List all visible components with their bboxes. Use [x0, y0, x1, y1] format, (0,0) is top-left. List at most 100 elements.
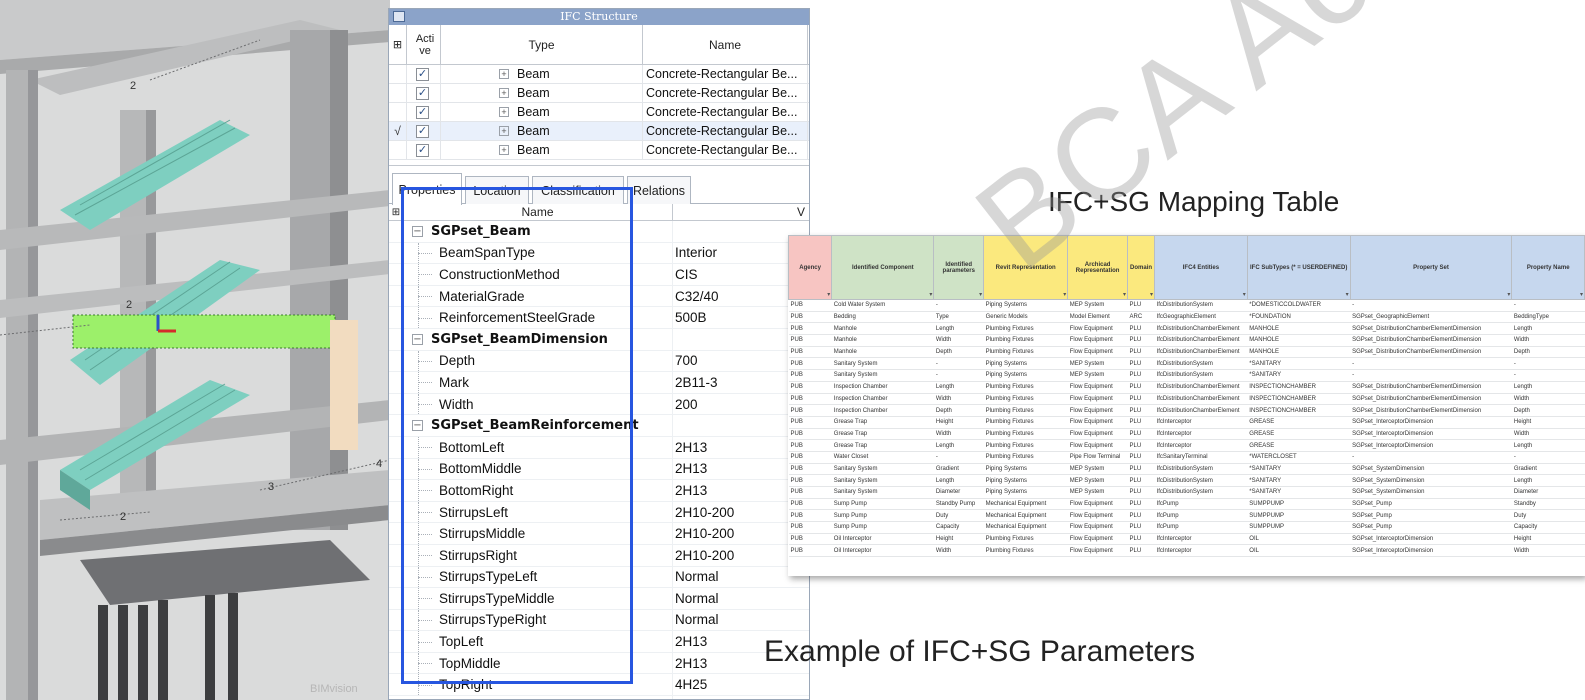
mapping-row[interactable]: PUB Inspection Chamber Length Plumbing Fixt…	[788, 381, 1585, 394]
viewer-watermark: BIMvision	[310, 683, 358, 695]
property-row[interactable]: TopMiddle 2H13	[389, 652, 809, 675]
mapping-row[interactable]: PUB Sump Pump Capacity Mechanical Equipment…	[788, 521, 1585, 534]
property-row[interactable]: MaterialGrade C32/40	[389, 285, 809, 308]
tab-relations[interactable]: Relations	[627, 176, 691, 204]
row-selector[interactable]	[389, 141, 407, 159]
mapping-row[interactable]: PUB Manhole Width Plumbing Fixtures Flow Equ…	[788, 334, 1585, 347]
selected-beam[interactable]	[72, 314, 336, 349]
property-row[interactable]: StirrupsLeft 2H10-200	[389, 501, 809, 524]
expand-icon[interactable]: +	[499, 88, 509, 98]
collapse-icon[interactable]: −	[412, 333, 423, 345]
property-row[interactable]: Width 200	[389, 393, 809, 416]
row-selector[interactable]	[389, 65, 407, 83]
property-row[interactable]: TopRight 4H25	[389, 674, 809, 697]
column-header-name[interactable]: Name	[643, 25, 808, 64]
mapping-cell: PLU	[1127, 346, 1155, 359]
property-name: BottomLeft	[389, 436, 673, 458]
model-3d-view[interactable]: 2 2 3 2 4 BIMvision	[0, 0, 390, 700]
mapping-row[interactable]: PUB Cold Water System - Piping Systems MEP S…	[788, 299, 1585, 312]
row-selector[interactable]: √	[389, 122, 407, 140]
mapping-column-header[interactable]: Property Set	[1349, 235, 1513, 300]
mapping-row[interactable]: PUB Manhole Length Plumbing Fixtures Flow Eq…	[788, 322, 1585, 336]
mapping-row[interactable]: PUB Oil Interceptor Height Plumbing Fixture…	[788, 533, 1585, 546]
tab-properties[interactable]: Properties	[392, 173, 462, 205]
property-group-row[interactable]: −SGPset_Material	[389, 696, 809, 699]
mapping-column-header[interactable]: Archicad Representation	[1067, 235, 1129, 300]
property-row[interactable]: BottomLeft 2H13	[389, 436, 809, 459]
expand-icon[interactable]: +	[499, 126, 509, 136]
property-row[interactable]: ConstructionMethod CIS	[389, 264, 809, 286]
structure-row[interactable]: ✓ + Beam Concrete-Rectangular Be...	[389, 65, 809, 84]
mapping-column-header[interactable]: IFC4 Entities	[1154, 235, 1248, 300]
property-row[interactable]: Mark 2B11-3	[389, 372, 809, 394]
row-selector[interactable]	[389, 84, 407, 102]
active-checkbox[interactable]: ✓	[416, 124, 429, 138]
property-row[interactable]: ReinforcementSteelGrade 500B	[389, 307, 809, 329]
property-row[interactable]: TopLeft 2H13	[389, 631, 809, 653]
expand-icon[interactable]: +	[499, 145, 509, 155]
structure-row[interactable]: √ ✓ + Beam Concrete-Rectangular Be...	[389, 122, 809, 141]
active-checkbox[interactable]: ✓	[416, 105, 429, 119]
active-checkbox[interactable]: ✓	[416, 67, 429, 81]
mapping-column-header[interactable]: Domain	[1127, 235, 1156, 300]
mapping-column-header[interactable]: IFC SubTypes (* = USERDEFINED)	[1246, 235, 1351, 300]
mapping-column-header[interactable]: Property Name	[1511, 235, 1585, 300]
property-row[interactable]: BottomMiddle 2H13	[389, 458, 809, 481]
column-header-type[interactable]: Type	[441, 25, 643, 64]
column-header-active[interactable]: Acti ve	[407, 25, 441, 64]
grid-options-icon[interactable]: ⊞	[389, 25, 407, 64]
mapping-cell: Manhole	[831, 346, 934, 359]
row-selector[interactable]	[389, 103, 407, 121]
mapping-row[interactable]: PUB Water Closet - Plumbing Fixtures Pipe Fl…	[788, 451, 1585, 464]
example-caption: Example of IFC+SG Parameters	[764, 635, 1195, 668]
collapse-icon[interactable]: −	[412, 225, 423, 237]
property-group-row[interactable]: − SGPset_BeamReinforcement	[389, 415, 809, 437]
window-titlebar[interactable]: IFC Structure	[389, 9, 809, 25]
mapping-row[interactable]: PUB Inspection Chamber Width Plumbing Fixtu…	[788, 393, 1585, 406]
active-checkbox[interactable]: ✓	[416, 86, 429, 100]
property-row[interactable]: StirrupsTypeRight Normal	[389, 609, 809, 632]
mapping-row[interactable]: PUB Grease Trap Length Plumbing Fixtures Flo…	[788, 439, 1585, 452]
expand-icon[interactable]: +	[499, 69, 509, 79]
mapping-row[interactable]: PUB Grease Trap Width Plumbing Fixtures Flow…	[788, 428, 1585, 441]
tab-classification[interactable]: Classification	[532, 176, 624, 204]
mapping-column-header[interactable]: Agency	[788, 235, 833, 300]
mapping-row[interactable]: PUB Sump Pump Duty Mechanical Equipment Flow…	[788, 509, 1585, 523]
mapping-column-header[interactable]: Identified parameters	[933, 235, 985, 300]
mapping-row[interactable]: PUB Sanitary System - Piping Systems MEP Sys…	[788, 357, 1585, 371]
properties-grid: ⊞ Name V − SGPset_Beam BeamSpanType Interio…	[389, 204, 809, 699]
mapping-row[interactable]: PUB Sump Pump Standby Pump Mechanical Equip…	[788, 498, 1585, 511]
property-group-row[interactable]: − SGPset_Beam	[389, 221, 809, 243]
property-row[interactable]: StirrupsRight 2H10-200	[389, 544, 809, 567]
mapping-row[interactable]: PUB Sanitary System - Piping Systems MEP Sys…	[788, 369, 1585, 382]
column-header-value[interactable]: V	[673, 204, 809, 220]
tab-location[interactable]: Location	[465, 176, 529, 204]
mapping-row[interactable]: PUB Sanitary System Gradient Piping Systems…	[788, 463, 1585, 476]
mapping-row[interactable]: PUB Inspection Chamber Depth Plumbing Fixtu…	[788, 404, 1585, 417]
mapping-row[interactable]: PUB Bedding Type Generic Models Model Elemen…	[788, 311, 1585, 324]
structure-row[interactable]: ✓ + Beam Concrete-Rectangular Be...	[389, 103, 809, 122]
mapping-row[interactable]: PUB Oil Interceptor Width Plumbing Fixtures…	[788, 544, 1585, 558]
mapping-row[interactable]: PUB Sanitary System Length Piping Systems ME…	[788, 474, 1585, 487]
active-checkbox[interactable]: ✓	[416, 143, 429, 157]
mapping-row[interactable]: PUB Sanitary System Diameter Piping Systems…	[788, 486, 1585, 499]
mapping-cell: Length	[933, 439, 984, 452]
grid-options-icon[interactable]: ⊞	[389, 204, 403, 220]
property-row[interactable]: BottomRight 2H13	[389, 480, 809, 502]
mapping-table-title: IFC+SG Mapping Table	[1048, 186, 1340, 217]
property-row[interactable]: Depth 700	[389, 350, 809, 373]
mapping-column-header[interactable]: Identified Component	[831, 235, 935, 300]
structure-row[interactable]: ✓ + Beam Concrete-Rectangular Be...	[389, 141, 809, 160]
mapping-row[interactable]: PUB Grease Trap Height Plumbing Fixtures Flo…	[788, 416, 1585, 429]
expand-icon[interactable]: +	[499, 107, 509, 117]
property-row[interactable]: StirrupsTypeMiddle Normal	[389, 588, 809, 610]
collapse-icon[interactable]: −	[412, 420, 423, 432]
mapping-row[interactable]: PUB Manhole Depth Plumbing Fixtures Flow Equ…	[788, 346, 1585, 359]
property-group-row[interactable]: − SGPset_BeamDimension	[389, 328, 809, 351]
mapping-column-header[interactable]: Revit Representation	[983, 235, 1069, 300]
property-row[interactable]: StirrupsTypeLeft Normal	[389, 566, 809, 589]
structure-row[interactable]: ✓ + Beam Concrete-Rectangular Be...	[389, 84, 809, 103]
property-row[interactable]: StirrupsMiddle 2H10-200	[389, 523, 809, 545]
property-row[interactable]: BeamSpanType Interior	[389, 242, 809, 265]
column-header-name[interactable]: Name	[403, 204, 673, 220]
